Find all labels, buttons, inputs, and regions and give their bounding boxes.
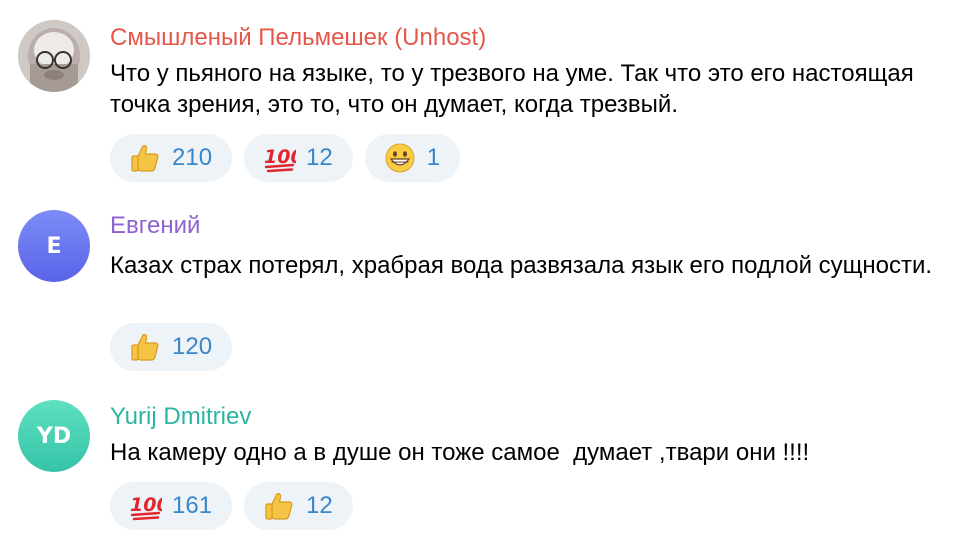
reaction-thumbs-up[interactable]: 210 [110,134,233,182]
thumbs-up-icon [128,141,162,175]
thumbs-up-icon [128,330,162,364]
reaction-count: 161 [172,492,213,519]
reaction-count: 12 [306,144,333,171]
reaction-count: 1 [426,144,441,171]
hundred-points-icon: 100 [262,141,296,175]
grinning-face-icon [383,141,417,175]
thumbs-up-icon [262,489,296,523]
reaction-hundred[interactable]: 100 161 [110,482,233,530]
comment-author[interactable]: Смышленый Пельмешек (Unhost) [110,24,486,52]
avatar-initials: YD [36,423,72,449]
avatar[interactable]: YD [18,400,90,472]
reaction-count: 120 [172,333,213,360]
reaction-hundred[interactable]: 100 12 [244,134,353,182]
comment-author[interactable]: Евгений [110,212,200,240]
reaction-thumbs-up[interactable]: 120 [110,323,233,371]
reactions-bar: 120 [110,323,233,371]
reaction-count: 12 [306,492,333,519]
comment-text: Что у пьяного на языке, то у трезвого на… [110,60,921,118]
avatar[interactable] [18,20,90,92]
comment-author[interactable]: Yurij Dmitriev [110,403,251,431]
reaction-count: 210 [172,144,213,171]
avatar-photo-icon [18,20,90,92]
avatar-initials: Е [46,233,62,259]
avatar[interactable]: Е [18,210,90,282]
reactions-bar: 210 100 12 1 [110,134,461,182]
comment-text: На камеру одно а в душе он тоже самое ду… [110,439,810,466]
comment-text: Казах страх потерял, храбрая вода развяз… [110,252,933,279]
hundred-points-icon: 100 [128,489,162,523]
reaction-grinning[interactable]: 1 [364,134,461,182]
reactions-bar: 100 161 12 [110,482,353,530]
reaction-thumbs-up[interactable]: 12 [244,482,353,530]
